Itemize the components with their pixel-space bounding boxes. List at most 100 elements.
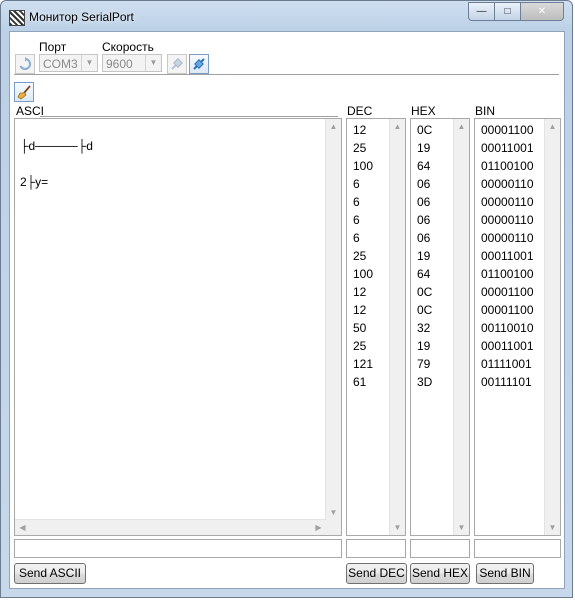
scroll-left-icon[interactable]: ◀ [15, 520, 30, 535]
refresh-icon [19, 57, 32, 71]
window-title: Монитор SerialPort [29, 10, 134, 24]
bin-value: 00001100 [481, 123, 534, 137]
bin-value: 00111101 [481, 375, 532, 389]
bin-value: 00011001 [481, 141, 534, 155]
ascii-textarea[interactable]: ├d─────├d 2├y= ▲ ▼ ◀ ▶ [14, 118, 342, 536]
dec-value: 6 [353, 231, 360, 245]
port-label: Порт [39, 40, 67, 54]
send-hex-button[interactable]: Send HEX [410, 563, 470, 584]
scroll-down-icon[interactable]: ▼ [454, 520, 469, 535]
dec-value: 6 [353, 177, 360, 191]
hex-value: 0C [417, 303, 433, 317]
scroll-down-icon[interactable]: ▼ [390, 520, 405, 535]
speed-select[interactable]: 9600 ▼ [102, 54, 162, 72]
dec-textarea[interactable]: 12 25 100 6 6 6 6 25 100 12 12 50 25 121 61 ▲ ▼ [346, 118, 406, 536]
app-icon [9, 10, 25, 26]
dec-send-input[interactable] [346, 539, 406, 558]
dec-value: 61 [353, 375, 367, 389]
dec-value: 6 [353, 195, 360, 209]
minimize-button[interactable]: — [468, 2, 495, 21]
dec-value: 100 [353, 267, 374, 281]
dec-value: 12 [353, 285, 367, 299]
hex-value: 32 [417, 321, 431, 335]
bin-value: 01111001 [481, 357, 532, 371]
dec-value: 50 [353, 321, 367, 335]
send-bin-button[interactable]: Send BIN [476, 563, 534, 584]
window-controls: — □ ✕ [468, 2, 564, 21]
refresh-ports-button[interactable] [15, 54, 35, 74]
chevron-down-icon: ▼ [81, 55, 97, 71]
hex-value: 0C [417, 285, 433, 299]
scroll-right-icon[interactable]: ▶ [311, 520, 326, 535]
bin-send-input[interactable] [474, 539, 561, 558]
connect-plug-icon [193, 58, 205, 70]
title-bar[interactable]: Монитор SerialPort — □ ✕ [1, 1, 572, 31]
ascii-title-line [40, 116, 338, 117]
bin-value: 00000110 [481, 231, 534, 245]
scroll-up-icon[interactable]: ▲ [454, 119, 469, 134]
hex-value: 06 [417, 231, 431, 245]
dec-value: 100 [353, 159, 374, 173]
dec-panel-title: DEC [347, 104, 373, 118]
chevron-down-icon: ▼ [145, 55, 161, 71]
hex-value: 06 [417, 177, 431, 191]
app-window: Монитор SerialPort — □ ✕ Порт Скорость C… [0, 0, 573, 598]
port-value: COM3 [43, 57, 78, 71]
speed-label: Скорость [102, 40, 154, 54]
dec-value: 121 [353, 357, 374, 371]
hex-value: 64 [417, 267, 431, 281]
hex-panel-title: HEX [411, 104, 436, 118]
maximize-button[interactable]: □ [495, 2, 521, 21]
ascii-vertical-scrollbar[interactable]: ▲ ▼ [325, 119, 341, 520]
send-dec-button[interactable]: Send DEC [346, 563, 407, 584]
dec-values: 12 25 100 6 6 6 6 25 100 12 12 50 25 121 61 [353, 121, 373, 391]
dec-value: 6 [353, 213, 360, 227]
bin-value: 00000110 [481, 213, 534, 227]
hex-value: 19 [417, 339, 431, 353]
hex-value: 19 [417, 249, 431, 263]
bin-value: 00001100 [481, 303, 534, 317]
hex-vertical-scrollbar[interactable]: ▲ ▼ [453, 119, 469, 535]
broom-icon [16, 84, 31, 99]
bin-value: 00110010 [481, 321, 534, 335]
scroll-up-icon[interactable]: ▲ [545, 119, 560, 134]
scroll-up-icon[interactable]: ▲ [390, 119, 405, 134]
bin-value: 01100100 [481, 267, 534, 281]
scroll-down-icon[interactable]: ▼ [326, 505, 341, 520]
ascii-line-1: ├d─────├d [20, 139, 93, 153]
dec-value: 25 [353, 249, 367, 263]
hex-value: 0C [417, 123, 433, 137]
hex-send-input[interactable] [410, 539, 470, 558]
ascii-line-2: 2├y= [20, 175, 49, 189]
bin-value: 00000110 [481, 195, 534, 209]
scroll-down-icon[interactable]: ▼ [545, 520, 560, 535]
toolbar-separator [14, 74, 559, 75]
ascii-horizontal-scrollbar[interactable]: ◀ ▶ [15, 519, 326, 535]
dec-vertical-scrollbar[interactable]: ▲ ▼ [389, 119, 405, 535]
ascii-send-input[interactable] [14, 539, 342, 558]
speed-value: 9600 [106, 57, 133, 71]
scroll-up-icon[interactable]: ▲ [326, 119, 341, 134]
hex-value: 06 [417, 195, 431, 209]
disconnect-button[interactable] [167, 54, 187, 74]
bin-value: 00001100 [481, 285, 534, 299]
clear-button[interactable] [14, 82, 34, 102]
bin-value: 00000110 [481, 177, 534, 191]
bin-value: 01100100 [481, 159, 534, 173]
hex-value: 06 [417, 213, 431, 227]
hex-value: 79 [417, 357, 431, 371]
bin-values: 00001100 00011001 01100100 00000110 00000110… [481, 121, 534, 391]
port-select[interactable]: COM3 ▼ [39, 54, 98, 72]
bin-vertical-scrollbar[interactable]: ▲ ▼ [544, 119, 560, 535]
bin-textarea[interactable]: 00001100 00011001 01100100 00000110 00000110… [474, 118, 561, 536]
client-area: Порт Скорость COM3 ▼ 9600 ▼ ASCI DEC HEX… [9, 31, 565, 589]
send-ascii-button[interactable]: Send ASCII [14, 563, 86, 584]
bin-panel-title: BIN [475, 104, 496, 118]
hex-textarea[interactable]: 0C 19 64 06 06 06 06 19 64 0C 0C 32 19 79 3D ▲ ▼ [410, 118, 470, 536]
scroll-corner [326, 520, 341, 535]
connect-button[interactable] [189, 54, 209, 74]
close-button[interactable]: ✕ [521, 2, 564, 21]
hex-value: 3D [417, 375, 433, 389]
bin-value: 00011001 [481, 339, 534, 353]
hex-value: 19 [417, 141, 431, 155]
